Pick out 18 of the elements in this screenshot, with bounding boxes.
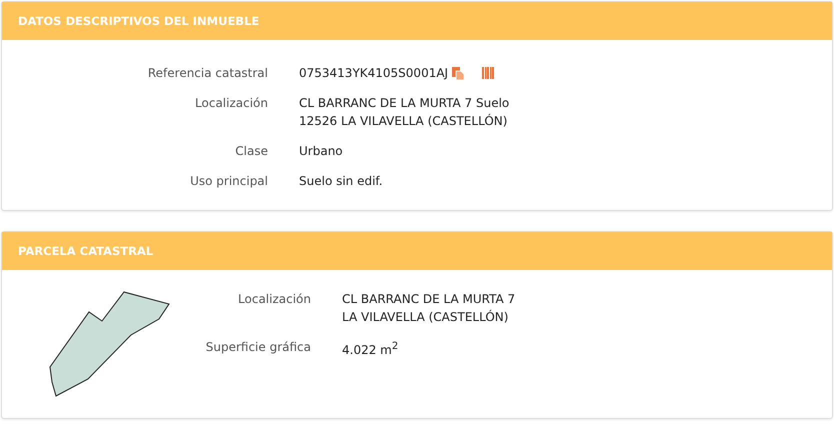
field-value: 4.022 m$^{2}$ <box>342 340 398 359</box>
field-value: CL BARRANC DE LA MURTA 7 Suelo <box>299 95 510 112</box>
field-label: Clase <box>234 143 268 160</box>
field-value: 12526 LA VILAVELLA (CASTELLÓN) <box>299 112 508 130</box>
field-value: 0753413YK4105S0001AJ <box>299 65 448 82</box>
field-value: CL BARRANC DE LA MURTA 7 <box>342 291 516 308</box>
panel-title: PARCELA CATASTRAL <box>18 244 154 258</box>
field-label: Referencia catastral <box>146 65 268 82</box>
field-value: LA VILAVELLA (CASTELLÓN) <box>342 308 508 326</box>
panel-title: DATOS DESCRIPTIVOS DEL INMUEBLE <box>18 14 260 28</box>
field-value: Urbano <box>299 143 343 160</box>
field-label: Localización <box>194 95 268 112</box>
field-label: Uso principal <box>189 173 268 190</box>
field-label: Localización <box>237 291 311 308</box>
field-label: Superficie gráfica <box>204 339 311 356</box>
barcode-icon[interactable] <box>482 67 496 79</box>
field-value: Suelo sin edif. <box>299 173 383 190</box>
copy-icon[interactable] <box>452 66 464 80</box>
